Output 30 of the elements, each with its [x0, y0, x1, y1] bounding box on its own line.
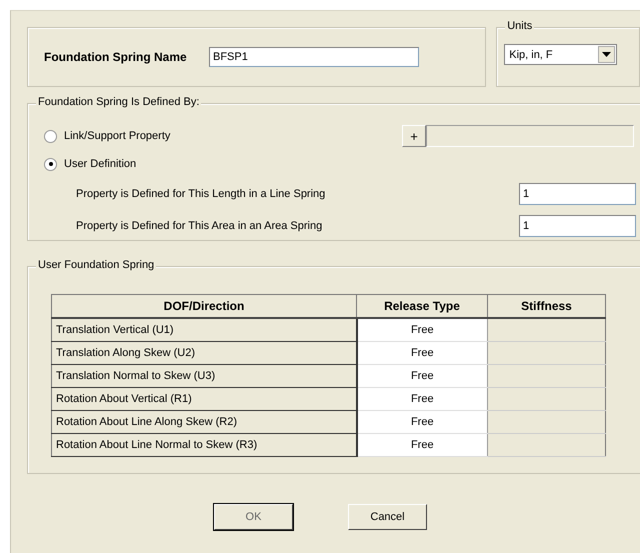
table-cell[interactable]: Free	[356, 434, 488, 456]
radio-button[interactable]	[44, 158, 57, 170]
input-field[interactable]: 1	[519, 183, 636, 205]
table-cell[interactable]: Free	[356, 318, 488, 342]
table-cell: Rotation About Vertical (R1)	[52, 388, 356, 410]
table-cell[interactable]: Free	[356, 364, 488, 388]
radio-label: Link/Support Property	[64, 130, 170, 142]
table-cell[interactable]: Free	[356, 388, 488, 410]
units-dropdown[interactable]: Kip, in, F	[504, 44, 618, 65]
field-label: Property is Defined for This Length in a Line Spring	[76, 188, 326, 200]
table-cell: Rotation About Line Along Skew (R2)	[52, 410, 356, 434]
table-cell[interactable]: Free	[356, 342, 488, 364]
table-cell: Rotation About Line Normal to Skew (R3)	[52, 434, 356, 456]
table-cell: Translation Along Skew (U2)	[52, 342, 356, 364]
radio-button[interactable]	[44, 130, 57, 142]
name-field[interactable]: BFSP1	[209, 47, 419, 67]
ok-button[interactable]: OK	[214, 504, 293, 530]
table-cell: Translation Vertical (U1)	[52, 318, 356, 342]
column-header: DOF/Direction	[52, 294, 356, 318]
group-title: Units	[505, 20, 534, 32]
input-field[interactable]: 1	[519, 215, 636, 237]
cancel-button[interactable]: Cancel	[348, 504, 427, 530]
field-label: Foundation Spring Name	[44, 50, 188, 64]
add-button[interactable]: +	[402, 125, 426, 147]
table-cell[interactable]: Free	[356, 410, 488, 434]
group-title: Foundation Spring Is Defined By:	[36, 96, 202, 108]
table-cell: Translation Normal to Skew (U3)	[52, 364, 356, 388]
group-title: User Foundation Spring	[36, 259, 156, 271]
radio-label: User Definition	[64, 158, 136, 170]
field-label: Property is Defined for This Area in an Area Spring	[76, 220, 324, 232]
